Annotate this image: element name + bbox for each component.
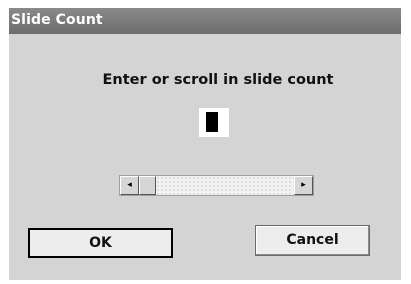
scroll-track[interactable] (156, 176, 294, 195)
ok-button[interactable]: OK (28, 228, 173, 258)
scroll-thumb[interactable] (139, 176, 156, 195)
slide-count-field[interactable] (199, 108, 229, 137)
prompt-label: Enter or scroll in slide count (102, 72, 334, 88)
count-value-cursor (206, 112, 218, 132)
slide-count-scrollbar[interactable]: ◂ ▸ (119, 175, 314, 196)
dialog-title: Slide Count (11, 12, 103, 28)
cancel-button[interactable]: Cancel (255, 225, 370, 256)
scroll-left-arrow-icon[interactable]: ◂ (120, 176, 139, 195)
title-bar[interactable]: Slide Count (9, 8, 401, 34)
scroll-right-arrow-icon[interactable]: ▸ (294, 176, 313, 195)
slide-count-dialog: Slide Count Enter or scroll in slide cou… (9, 8, 401, 280)
